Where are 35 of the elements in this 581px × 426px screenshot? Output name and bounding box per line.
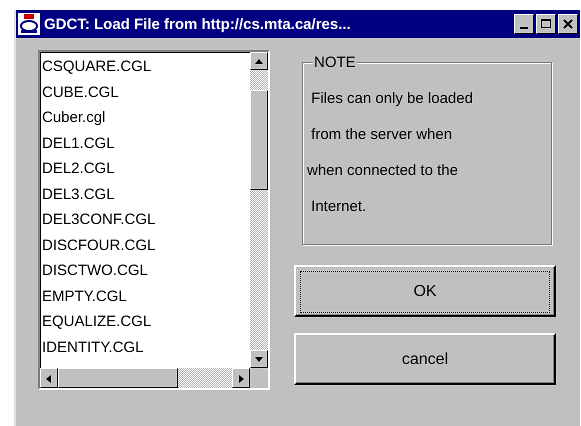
horizontal-scrollbar[interactable] [40, 368, 250, 388]
file-item[interactable]: Cuber.cgl [42, 105, 250, 130]
note-text: from the server when [310, 125, 454, 145]
note-text: Files can only be loaded [310, 89, 474, 109]
maximize-icon [540, 18, 552, 30]
scroll-up-button[interactable] [250, 52, 268, 70]
note-text: Internet. [310, 197, 368, 217]
ok-button[interactable]: OK [294, 265, 556, 317]
file-item[interactable]: IDENTITY.CGL [42, 334, 250, 360]
file-item[interactable]: DEL2.CGL [42, 156, 250, 182]
file-item[interactable]: DEL1.CGL [42, 130, 250, 156]
file-item[interactable]: CUBE.CGL [42, 80, 250, 105]
scroll-right-button[interactable] [232, 368, 250, 388]
scroll-thumb[interactable] [58, 368, 178, 388]
scrollbar-corner [250, 368, 268, 388]
minimize-button[interactable] [514, 14, 534, 34]
file-item[interactable]: DISCFOUR.CGL [42, 232, 250, 258]
scroll-thumb[interactable] [250, 90, 268, 190]
file-item[interactable]: DISCTWO.CGL [42, 258, 250, 284]
file-item[interactable]: DEL3.CGL [42, 182, 250, 207]
file-item[interactable]: DEL3CONF.CGL [42, 207, 250, 232]
file-list[interactable]: CSQUARE.CGL CUBE.CGL Cuber.cgl DEL1.CGL DEL2.CGL DEL3.CGL DEL3CONF.CGL DISCFOUR.CGL DISCTWO.CGL EMPTY.CGL EQUALIZE.CGL IDENTITY.CGL [38, 50, 270, 390]
scroll-down-button[interactable] [250, 350, 268, 368]
file-item[interactable]: EQUALIZE.CGL [42, 309, 250, 334]
note-text: when connected to the [307, 161, 459, 181]
maximize-button[interactable] [536, 14, 556, 34]
vertical-scrollbar[interactable] [250, 52, 268, 368]
close-icon [563, 19, 573, 29]
file-item[interactable]: CSQUARE.CGL [42, 54, 250, 80]
cancel-button[interactable]: cancel [294, 333, 556, 385]
minimize-icon [520, 27, 528, 29]
scroll-left-button[interactable] [40, 368, 58, 388]
window-title: GDCT: Load File from http://cs.mta.ca/res... [44, 16, 352, 32]
close-button[interactable] [558, 14, 578, 34]
file-item[interactable]: EMPTY.CGL [42, 284, 250, 309]
